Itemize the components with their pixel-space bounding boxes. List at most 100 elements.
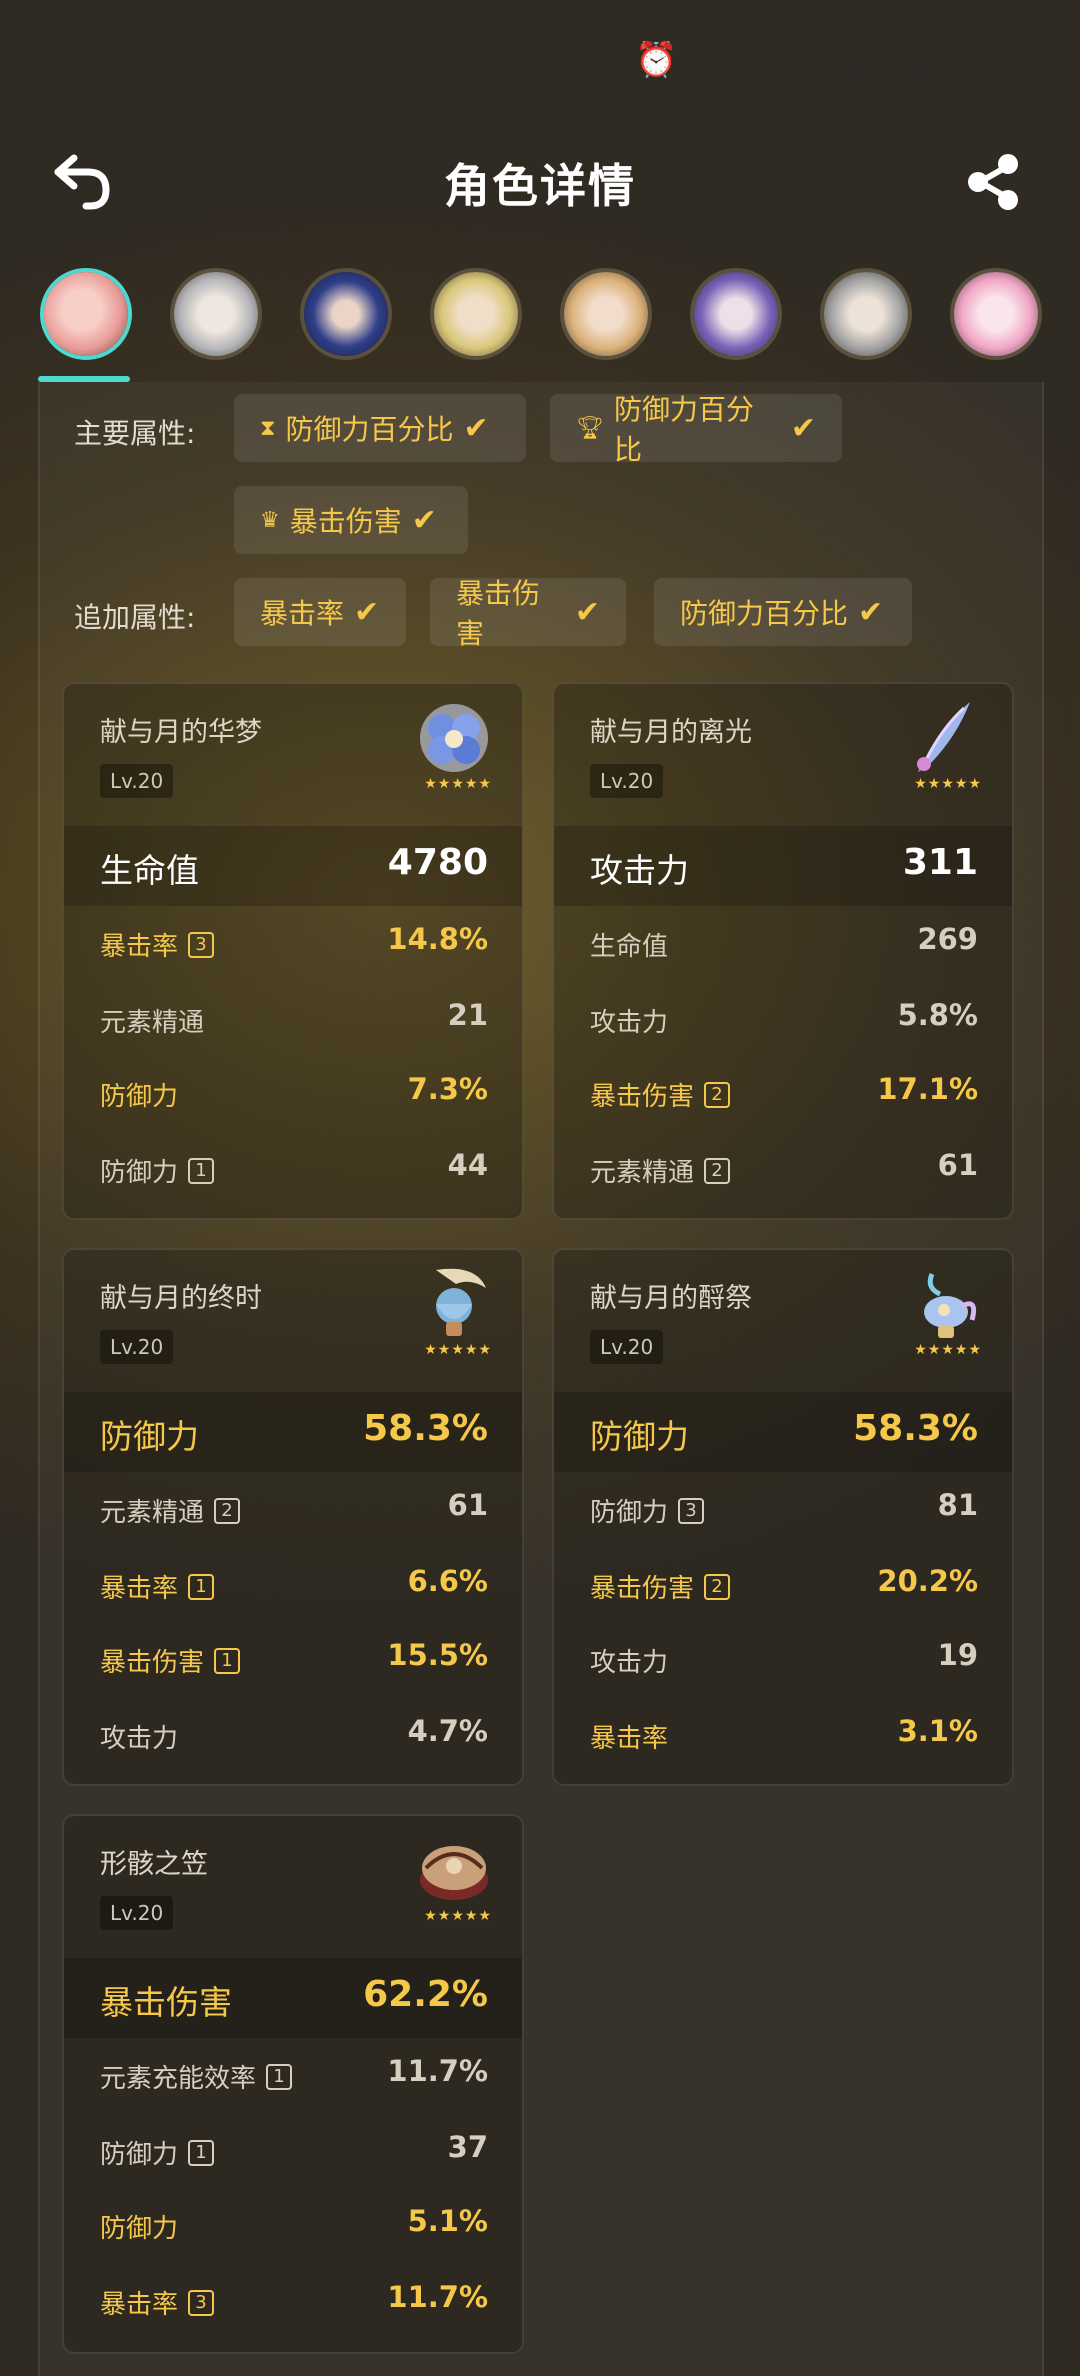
- check-icon: ✔: [463, 410, 489, 446]
- sub-stat-row: 元素精通 2 61: [554, 1144, 1012, 1194]
- sub-stat-name: 防御力: [100, 1158, 179, 1188]
- sub-stat-name: 暴击率: [100, 932, 179, 962]
- chip-label: 防御力百分比: [613, 393, 754, 466]
- status-icons: ⏰ 6.00 KB/S 5G 4G 65%: [635, 40, 1040, 80]
- avatar: [174, 272, 258, 356]
- sub-stat-value: 5.1%: [407, 2204, 488, 2238]
- flower-icon: [416, 698, 492, 778]
- sub-stat-row: 攻击力 4.7%: [64, 1710, 522, 1760]
- sub-stat-row: 防御力 5.1%: [64, 2200, 522, 2250]
- upgrade-count-badge: 1: [214, 1647, 241, 1674]
- upgrade-count-badge: 2: [704, 1081, 731, 1108]
- sub-stat-row: 暴击伤害 2 17.1%: [554, 1068, 1012, 1118]
- sub-stat-name: 暴击伤害: [100, 1648, 205, 1678]
- goblet-icon: [906, 1264, 982, 1344]
- main-stat-value: 4780: [387, 842, 488, 883]
- sub-stat-name: 元素精通: [100, 1008, 205, 1038]
- main-stat-name: 防御力: [100, 1417, 199, 1456]
- sub-stat-value: 20.2%: [877, 1564, 978, 1598]
- character-avatar-2[interactable]: [170, 268, 262, 360]
- sub-stat-value: 44: [447, 1148, 488, 1182]
- character-avatar-1[interactable]: [40, 268, 132, 360]
- main-stat-row: 攻击力 311: [554, 826, 1012, 906]
- artifact-level: Lv.20: [100, 764, 174, 798]
- character-selector: [36, 268, 1080, 384]
- main-attr-chip-goblet[interactable]: 🏆︎ 防御力百分比 ✔: [550, 393, 842, 466]
- sub-stat-row: 元素精通 21: [64, 994, 522, 1044]
- artifact-level: Lv.20: [100, 1330, 174, 1364]
- artifact-name: 献与月的离光: [590, 717, 752, 748]
- sub-stat-row: 元素精通 2 61: [64, 1484, 522, 1534]
- sub-stat-value: 17.1%: [877, 1072, 978, 1106]
- upgrade-count-badge: 3: [188, 931, 215, 958]
- artifact-level: Lv.20: [590, 1330, 664, 1364]
- upgrade-count-badge: 2: [704, 1573, 731, 1600]
- chip-label: 暴击伤害: [456, 577, 541, 650]
- sub-stat-name: 暴击率: [590, 1724, 669, 1754]
- character-avatar-8[interactable]: [950, 268, 1042, 360]
- extra-attr-chip-crit-dmg[interactable]: 暴击伤害 ✔: [430, 577, 626, 650]
- sub-stat-name: 防御力: [590, 1498, 669, 1528]
- chip-label: 防御力百分比: [285, 413, 454, 446]
- sub-stat-name: 暴击伤害: [590, 1574, 695, 1604]
- sub-stat-name: 防御力: [100, 1082, 179, 1112]
- sub-stat-name: 攻击力: [590, 1648, 669, 1678]
- signal-4g: 4G: [888, 41, 949, 79]
- main-attr-chip-sands[interactable]: ⧗ 防御力百分比 ✔: [234, 394, 526, 462]
- main-attr-chip-circlet[interactable]: ♛ 暴击伤害 ✔: [234, 486, 468, 554]
- character-avatar-4[interactable]: [430, 268, 522, 360]
- sub-stat-value: 269: [917, 922, 978, 956]
- sub-stat-row: 攻击力 5.8%: [554, 994, 1012, 1044]
- rarity-stars: ★★★★★: [914, 776, 982, 792]
- sub-stat-row: 防御力 1 44: [64, 1144, 522, 1194]
- artifact-name: 献与月的华梦: [100, 717, 262, 748]
- extra-attr-label: 追加属性:: [74, 601, 196, 634]
- hourglass-icon: ⧗: [260, 415, 276, 441]
- sub-stat-value: 21: [447, 998, 488, 1032]
- artifact-card-circlet[interactable]: 形骸之笠 Lv.20 ★★★★★ 暴击伤害 62.2% 元素充能效率 1 11.7…: [62, 1814, 524, 2354]
- sub-stat-value: 14.8%: [387, 922, 488, 956]
- sub-stat-row: 攻击力 19: [554, 1634, 1012, 1684]
- character-avatar-7[interactable]: [820, 268, 912, 360]
- sub-stat-name: 攻击力: [590, 1008, 669, 1038]
- main-stat-name: 防御力: [590, 1417, 689, 1456]
- chip-label: 防御力百分比: [680, 597, 849, 630]
- character-avatar-6[interactable]: [690, 268, 782, 360]
- check-icon: ✔: [574, 594, 600, 630]
- sub-stat-name: 攻击力: [100, 1724, 179, 1754]
- extra-attr-chip-crit-rate[interactable]: 暴击率 ✔: [234, 578, 406, 646]
- page-title: 角色详情: [444, 159, 636, 213]
- rarity-stars: ★★★★★: [424, 1342, 492, 1358]
- sub-stat-name: 元素精通: [100, 1498, 205, 1528]
- chip-label: 暴击率: [260, 597, 345, 630]
- sub-stat-row: 暴击率 3 14.8%: [64, 918, 522, 968]
- sub-stat-value: 5.8%: [897, 998, 978, 1032]
- circlet-icon: [416, 1830, 492, 1910]
- check-icon: ✔: [858, 594, 884, 630]
- artifact-card-plume[interactable]: 献与月的离光 Lv.20 ★★★★★ 攻击力 311 生命值 269 攻击力 5…: [552, 682, 1014, 1220]
- share-button[interactable]: [964, 152, 1024, 212]
- sub-stat-name: 暴击伤害: [590, 1082, 695, 1112]
- extra-attr-chip-def-pct[interactable]: 防御力百分比 ✔: [654, 578, 912, 646]
- artifact-card-goblet[interactable]: 献与月的酹祭 Lv.20 ★★★★★ 防御力 58.3% 防御力 3 81 暴击伤…: [552, 1248, 1014, 1786]
- sub-stat-name: 暴击率: [100, 1574, 179, 1604]
- sub-stat-name: 元素精通: [590, 1158, 695, 1188]
- upgrade-count-badge: 1: [188, 1157, 215, 1184]
- sub-stat-value: 3.1%: [897, 1714, 978, 1748]
- plume-icon: [906, 698, 982, 778]
- alarm-icon: ⏰: [635, 40, 678, 80]
- sub-stat-row: 生命值 269: [554, 918, 1012, 968]
- artifact-card-sands[interactable]: 献与月的终时 Lv.20 ★★★★★ 防御力 58.3% 元素精通 2 61 暴击…: [62, 1248, 524, 1786]
- artifact-card-flower[interactable]: 献与月的华梦 Lv.20 ★★★★★ 生命值 4780 暴击率 3 14.8% 元…: [62, 682, 524, 1220]
- artifact-level: Lv.20: [100, 1896, 174, 1930]
- sub-stat-value: 61: [937, 1148, 978, 1182]
- sub-stat-value: 61: [447, 1488, 488, 1522]
- network-speed-unit: KB/S: [693, 58, 736, 79]
- main-stat-row: 防御力 58.3%: [554, 1392, 1012, 1472]
- sub-stat-name: 元素充能效率: [100, 2064, 257, 2094]
- character-avatar-5[interactable]: [560, 268, 652, 360]
- sub-stat-row: 元素充能效率 1 11.7%: [64, 2050, 522, 2100]
- network-type-5g: 5G: [811, 41, 834, 60]
- character-avatar-3[interactable]: [300, 268, 392, 360]
- main-stat-name: 生命值: [100, 851, 199, 890]
